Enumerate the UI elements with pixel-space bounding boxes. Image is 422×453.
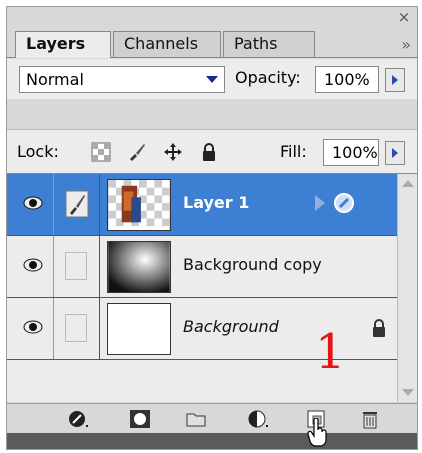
opacity-stepper-button[interactable] <box>385 68 405 92</box>
opacity-value: 100% <box>324 70 370 89</box>
layer-style-icon[interactable] <box>67 409 89 429</box>
eye-icon[interactable] <box>23 258 43 272</box>
lock-move-icon[interactable] <box>163 142 183 162</box>
layer-row-background-copy[interactable]: Background copy <box>7 236 397 298</box>
layer-thumbnail-background-copy <box>107 241 171 293</box>
link-cell <box>55 298 100 359</box>
layer-name-background-copy[interactable]: Background copy <box>183 255 322 274</box>
opacity-label: Opacity: <box>235 68 301 87</box>
expand-effects-icon[interactable] <box>313 194 327 212</box>
lock-row: Lock: Fill: 100% <box>7 129 417 174</box>
tab-channels[interactable]: Channels <box>113 31 221 57</box>
visibility-cell <box>13 236 54 297</box>
visibility-cell <box>13 298 54 359</box>
layers-panel: × Layers Channels Paths » Normal Opacity… <box>6 6 418 450</box>
layer-name-layer-1[interactable]: Layer 1 <box>183 193 249 212</box>
trash-icon[interactable] <box>359 409 381 429</box>
layer-thumbnail-layer-1 <box>107 179 171 231</box>
hand-cursor-icon <box>307 418 327 447</box>
layer-effects-icon[interactable] <box>333 192 355 214</box>
paint-brush-icon[interactable] <box>65 190 89 218</box>
blend-row: Normal Opacity: 100% <box>7 59 417 99</box>
tab-paths[interactable]: Paths <box>223 31 315 57</box>
link-cell <box>55 236 100 297</box>
layers-toolbar <box>7 403 417 434</box>
blend-mode-select[interactable]: Normal <box>19 66 225 93</box>
eye-icon[interactable] <box>23 196 43 210</box>
tab-layers[interactable]: Layers <box>15 31 111 58</box>
link-slot[interactable] <box>65 314 87 342</box>
link-slot[interactable] <box>65 252 87 280</box>
close-icon[interactable]: × <box>395 9 413 25</box>
lock-paint-brush-icon[interactable] <box>127 142 147 162</box>
layer-row-layer-1[interactable]: Layer 1 <box>7 174 397 236</box>
lock-label: Lock: <box>17 142 59 161</box>
chevron-down-icon <box>206 76 218 83</box>
scrollbar[interactable] <box>397 174 417 402</box>
scroll-down-icon[interactable] <box>402 389 414 396</box>
adjustment-layer-icon[interactable] <box>247 409 269 429</box>
status-bar <box>7 433 417 449</box>
layer-mask-icon[interactable] <box>129 409 151 429</box>
lock-all-padlock-icon[interactable] <box>199 142 219 162</box>
layer-name-background[interactable]: Background <box>183 317 279 336</box>
fill-value: 100% <box>332 143 378 162</box>
lock-transparent-icon[interactable] <box>91 142 111 162</box>
padlock-icon <box>373 319 385 337</box>
fill-field[interactable]: 100% <box>323 139 379 166</box>
opacity-field[interactable]: 100% <box>315 66 379 93</box>
annotation-number: 1 <box>315 324 346 380</box>
tab-bar: Layers Channels Paths » <box>7 27 417 58</box>
fill-label: Fill: <box>280 142 307 161</box>
link-cell <box>55 174 100 235</box>
new-group-folder-icon[interactable] <box>185 409 207 429</box>
visibility-cell <box>13 174 54 235</box>
scroll-up-icon[interactable] <box>402 180 414 187</box>
layer-thumbnail-background <box>107 303 171 355</box>
panel-menu-icon[interactable]: » <box>401 35 411 54</box>
fill-stepper-button[interactable] <box>385 141 405 165</box>
eye-icon[interactable] <box>23 320 43 334</box>
blend-mode-value: Normal <box>26 70 84 89</box>
